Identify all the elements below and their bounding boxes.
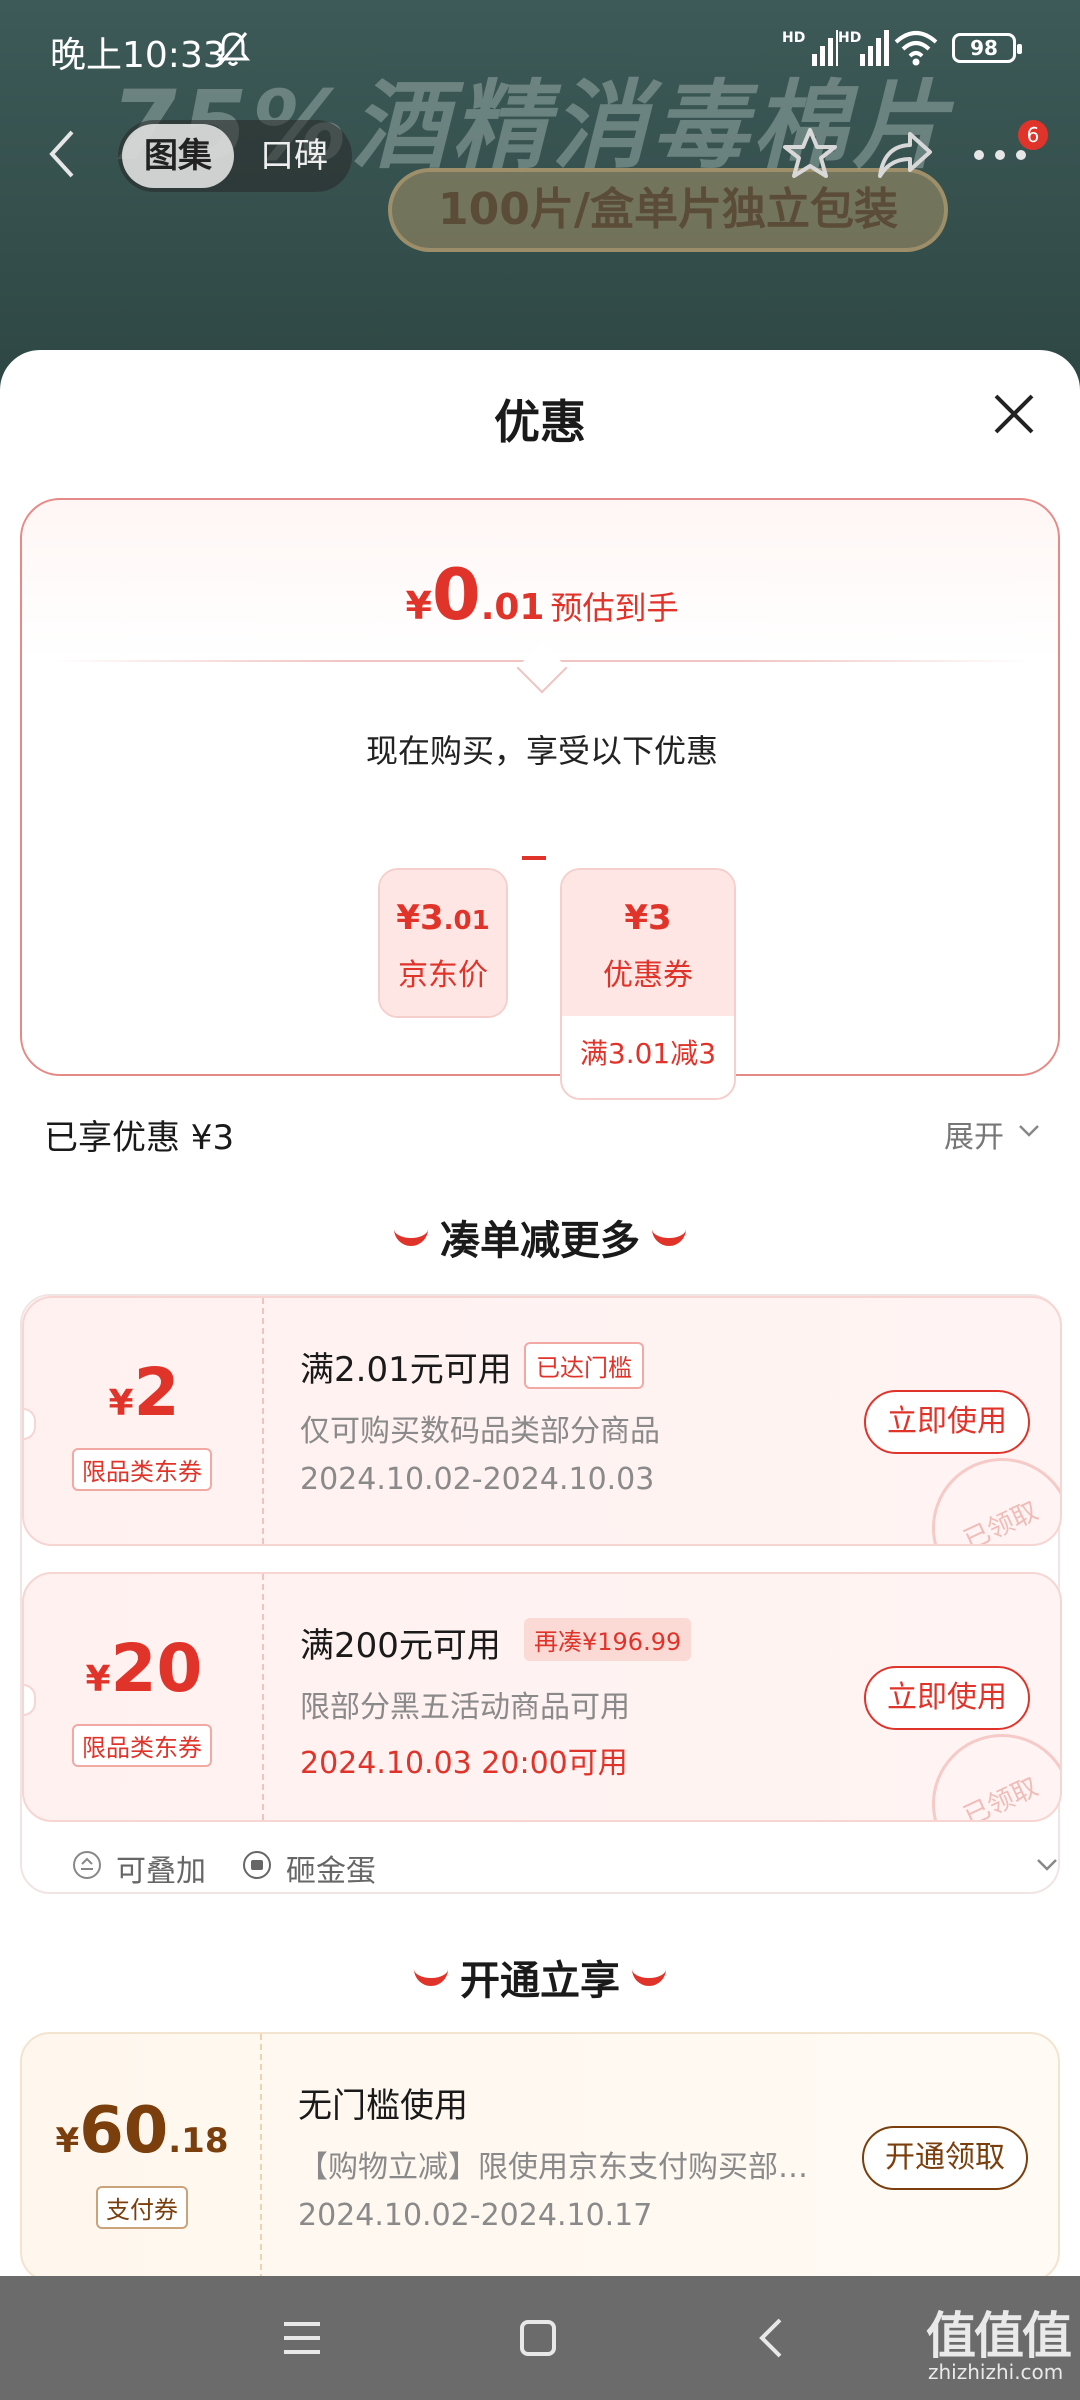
chevron-down-icon[interactable] <box>1036 1858 1058 1872</box>
pay-amount-int: 60 <box>79 2094 169 2168</box>
section-more-label: 凑单减更多 <box>440 1218 640 1264</box>
coupon-condition: 满3.01减3 <box>579 1037 717 1070</box>
bell-muted-icon <box>216 32 250 66</box>
price-integer: 0 <box>431 554 481 636</box>
status-bar: 晚上10:33 HD HD 98 <box>0 0 1080 100</box>
price-breakdown-card: ¥0.01 预估到手 现在购买，享受以下优惠 ¥3.01 京东价 ¥3 优惠券 满… <box>20 498 1062 1100</box>
signal-icon <box>812 30 838 66</box>
coupon-currency: ¥ <box>85 1659 111 1700</box>
coupon-list: ¥2 限品类东券 满2.01元可用 已达门槛 仅可购买数码品类部分商品 2024… <box>20 1294 1062 1894</box>
coupon-description: 限部分黑五活动商品可用 <box>300 1690 630 1725</box>
jd-price-box: ¥3.01 京东价 <box>378 868 508 1018</box>
jd-price-int: 3 <box>419 898 444 938</box>
jd-currency: ¥ <box>396 898 420 938</box>
smile-icon <box>652 1228 686 1246</box>
tab-reviews[interactable]: 口碑 <box>242 124 346 188</box>
system-nav-bar: 值值值 zhizhizhi.com <box>0 2276 1080 2400</box>
activate-claim-button[interactable]: 开通领取 <box>862 2126 1028 2190</box>
coupon-description: 仅可购买数码品类部分商品 <box>300 1414 660 1449</box>
share-icon[interactable] <box>876 128 934 180</box>
currency-symbol: ¥ <box>405 584 432 628</box>
section-title-open: 开通立享 <box>0 1948 1080 2006</box>
sheet-title: 优惠 <box>494 395 586 449</box>
coupon-condition: 满2.01元可用 <box>300 1350 512 1390</box>
pay-coupon-condition: 无门槛使用 <box>298 2086 468 2126</box>
price-note: 预估到手 <box>550 589 679 627</box>
pay-coupon-description: 【购物立减】限使用京东支付购买部… <box>298 2150 808 2185</box>
smile-icon <box>414 1968 448 1986</box>
coupon-currency: ¥ <box>624 898 648 938</box>
coupon-amount-area: ¥20 限品类东券 <box>24 1574 264 1820</box>
coupon-footer: 可叠加 砸金蛋 <box>52 1844 1057 1889</box>
stackable-label: 可叠加 <box>116 1854 206 1889</box>
buy-now-subtitle: 现在购买，享受以下优惠 <box>365 732 718 770</box>
home-icon[interactable] <box>518 2318 558 2358</box>
use-now-button[interactable]: 立即使用 <box>864 1390 1030 1454</box>
battery-indicator: 98 <box>952 33 1022 63</box>
smile-icon <box>632 1968 666 1986</box>
pay-coupon-validity: 2024.10.02-2024.10.17 <box>298 2198 653 2233</box>
watermark-logo: 值值值 <box>926 2307 1072 2365</box>
tab-gallery[interactable]: 图集 <box>122 124 234 188</box>
coupon-validity: 2024.10.02-2024.10.03 <box>300 1462 655 1497</box>
golden-egg-icon <box>243 1851 271 1879</box>
jd-price-dec: .01 <box>443 906 490 936</box>
price-decimal: .01 <box>480 587 545 628</box>
coupon-currency: ¥ <box>108 1383 134 1424</box>
coupon-label: 优惠券 <box>603 958 693 993</box>
view-switcher: 图集 口碑 <box>118 120 352 192</box>
coupon-card: ¥20 限品类东券 满200元可用 再凑¥196.99 限部分黑五活动商品可用 … <box>22 1572 1062 1822</box>
coupon-value: 2 <box>133 1354 180 1431</box>
stack-icon <box>73 1851 101 1879</box>
coupon-amount-area: ¥2 限品类东券 <box>24 1298 264 1544</box>
chevron-down-icon[interactable] <box>1018 1124 1040 1138</box>
threshold-badge: 已达门槛 <box>524 1342 644 1389</box>
favorite-star-icon[interactable] <box>782 126 838 182</box>
coupon-card: ¥2 限品类东券 满2.01元可用 已达门槛 仅可购买数码品类部分商品 2024… <box>22 1296 1062 1546</box>
minus-sign <box>522 856 546 860</box>
back-arrow-icon[interactable] <box>44 128 80 180</box>
pay-currency: ¥ <box>55 2121 80 2161</box>
coupon-condition: 满200元可用 <box>300 1626 501 1666</box>
payment-coupon-card: ¥60.18 支付券 无门槛使用 【购物立减】限使用京东支付购买部… 2024.… <box>20 2032 1060 2276</box>
remaining-badge: 再凑¥196.99 <box>524 1618 692 1661</box>
pay-coupon-tag: 支付券 <box>96 2186 188 2229</box>
banner-subtitle: 100片/盒单片独立包装 <box>388 168 948 252</box>
wifi-icon <box>894 31 938 66</box>
section-title-more: 凑单减更多 <box>0 1208 1080 1266</box>
estimated-price: ¥0.01 预估到手 <box>22 554 1062 636</box>
coupon-amount-area: ¥60.18 支付券 <box>22 2034 262 2276</box>
divider-notch <box>516 642 568 694</box>
discount-sheet: 优惠 ¥0.01 预估到手 现在购买，享受以下优惠 ¥3.01 京东价 ¥3 优惠… <box>0 350 1080 2276</box>
watermark-url: zhizhizhi.com <box>928 2360 1064 2384</box>
notification-badge: 6 <box>1018 120 1048 150</box>
coupon-type-tag: 限品类东券 <box>72 1448 212 1491</box>
coupon-amount: 3 <box>648 898 672 938</box>
back-icon[interactable] <box>756 2318 786 2358</box>
status-time: 晚上10:33 <box>50 35 226 76</box>
expand-toggle[interactable]: 展开 <box>944 1112 1004 1156</box>
use-now-button[interactable]: 立即使用 <box>864 1666 1030 1730</box>
pay-amount-dec: .18 <box>168 2121 229 2161</box>
smile-icon <box>394 1228 428 1246</box>
coupon-discount-box: ¥3 优惠券 满3.01减3 <box>560 868 736 1100</box>
signal-icon-2 <box>860 30 889 66</box>
coupon-value: 20 <box>110 1630 203 1707</box>
coupon-validity: 2024.10.03 20:00可用 <box>300 1746 628 1781</box>
jd-price-label: 京东价 <box>398 958 488 993</box>
golden-egg-label[interactable]: 砸金蛋 <box>286 1846 376 1890</box>
close-icon[interactable] <box>990 390 1038 438</box>
more-dots-icon[interactable] <box>972 148 1028 162</box>
enjoyed-discount: 已享优惠 ¥3 <box>44 1118 235 1158</box>
section-open-label: 开通立享 <box>460 1958 620 2004</box>
menu-icon[interactable] <box>282 2318 322 2358</box>
coupon-type-tag: 限品类东券 <box>72 1724 212 1767</box>
